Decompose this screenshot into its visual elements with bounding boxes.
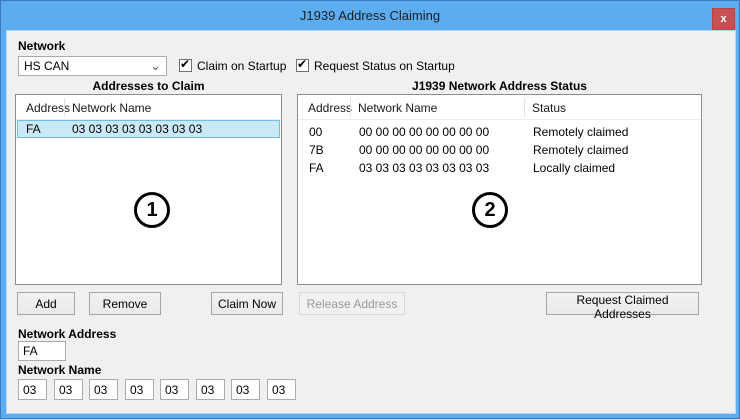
network-name-byte-6[interactable] [231, 379, 260, 400]
request-status-on-startup-checkbox[interactable]: Request Status on Startup [296, 59, 455, 75]
close-button[interactable]: x [712, 8, 735, 30]
network-address-input[interactable] [18, 341, 66, 361]
network-select-value: HS CAN [24, 59, 69, 73]
network-name-byte-0[interactable] [18, 379, 47, 400]
column-separator [64, 98, 65, 117]
network-name-byte-3[interactable] [125, 379, 154, 400]
cell-status: Remotely claimed [533, 124, 628, 141]
status-list-title: J1939 Network Address Status [297, 79, 702, 93]
dialog-j1939-address-claiming: J1939 Address Claiming x Network HS CAN … [0, 0, 740, 419]
network-select[interactable]: HS CAN ⌄ [18, 56, 167, 76]
addresses-to-claim-list[interactable]: Address Network Name FA 03 03 03 03 03 0… [15, 94, 282, 285]
claim-now-button[interactable]: Claim Now [211, 292, 283, 315]
network-name-byte-4[interactable] [160, 379, 189, 400]
network-label: Network [18, 39, 65, 53]
release-address-button[interactable]: Release Address [299, 292, 405, 315]
cell-network-name: 03 03 03 03 03 03 03 03 [72, 121, 202, 138]
request-claimed-addresses-button[interactable]: Request Claimed Addresses [546, 292, 699, 315]
remove-button[interactable]: Remove [89, 292, 161, 315]
network-address-status-list[interactable]: Address Network Name Status 00 00 00 00 … [297, 94, 702, 285]
checkbox-checked-icon [179, 59, 192, 72]
cell-status: Remotely claimed [533, 142, 628, 159]
cell-address: 00 [309, 124, 322, 141]
close-icon: x [720, 13, 726, 25]
cell-address: 7B [309, 142, 324, 159]
cell-status: Locally claimed [533, 160, 615, 177]
claim-on-startup-label: Claim on Startup [197, 59, 286, 73]
cell-network-name: 03 03 03 03 03 03 03 03 [359, 160, 489, 177]
column-header-status[interactable]: Status [532, 101, 566, 115]
cell-address: FA [309, 160, 324, 177]
window-title: J1939 Address Claiming [300, 8, 440, 23]
claim-list-title: Addresses to Claim [15, 79, 282, 93]
cell-network-name: 00 00 00 00 00 00 00 00 [359, 124, 489, 141]
network-name-byte-5[interactable] [196, 379, 225, 400]
chevron-down-icon: ⌄ [150, 57, 161, 74]
annotation-circle-1: 1 [134, 192, 170, 228]
title-bar[interactable]: J1939 Address Claiming [1, 1, 739, 31]
annotation-circle-2: 2 [472, 192, 508, 228]
column-header-network-name[interactable]: Network Name [72, 101, 151, 115]
table-row[interactable]: 00 00 00 00 00 00 00 00 00 Remotely clai… [299, 124, 700, 142]
cell-network-name: 00 00 00 00 00 00 00 00 [359, 142, 489, 159]
network-address-label: Network Address [18, 327, 116, 341]
column-header-address[interactable]: Address [308, 101, 352, 115]
table-row[interactable]: FA 03 03 03 03 03 03 03 03 [17, 120, 280, 138]
checkbox-checked-icon [296, 59, 309, 72]
network-name-byte-2[interactable] [89, 379, 118, 400]
column-separator [524, 98, 525, 117]
table-row[interactable]: 7B 00 00 00 00 00 00 00 00 Remotely clai… [299, 142, 700, 160]
network-name-byte-7[interactable] [267, 379, 296, 400]
cell-address: FA [26, 121, 41, 138]
claim-on-startup-checkbox[interactable]: Claim on Startup [179, 59, 286, 75]
column-header-network-name[interactable]: Network Name [358, 101, 437, 115]
add-button[interactable]: Add [17, 292, 75, 315]
request-status-on-startup-label: Request Status on Startup [314, 59, 455, 73]
header-separator [298, 119, 701, 120]
column-separator [350, 98, 351, 117]
network-name-label: Network Name [18, 363, 101, 377]
network-name-byte-1[interactable] [54, 379, 83, 400]
table-row[interactable]: FA 03 03 03 03 03 03 03 03 Locally claim… [299, 160, 700, 178]
